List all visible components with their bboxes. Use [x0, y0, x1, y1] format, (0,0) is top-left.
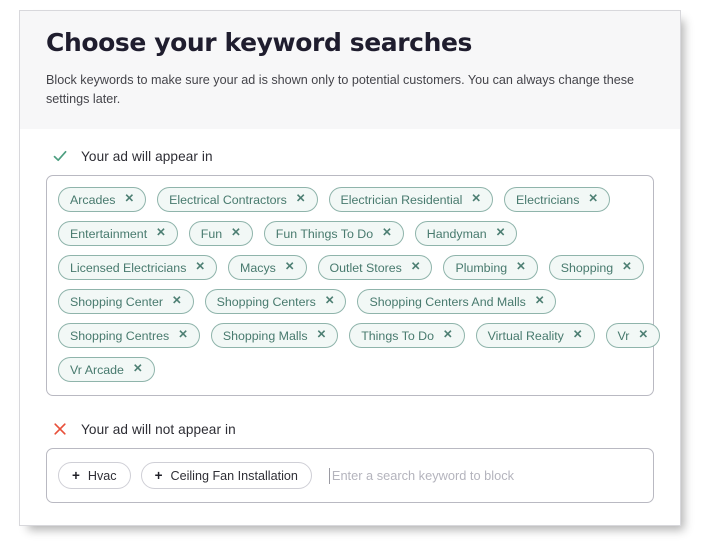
keyword-chip-label: Entertainment [70, 226, 148, 241]
remove-keyword-icon[interactable]: ✕ [411, 261, 421, 274]
keyword-chip[interactable]: Shopping Malls ✕ [210, 323, 339, 348]
included-section-label: Your ad will appear in [81, 148, 213, 164]
remove-keyword-icon[interactable]: ✕ [325, 295, 335, 308]
keyword-chip[interactable]: Handyman ✕ [414, 221, 518, 246]
keyword-chip-label: Macys [240, 260, 276, 275]
keyword-chip-label: Plumbing [455, 260, 508, 275]
keyword-chip[interactable]: Shopping Centres ✕ [58, 323, 200, 348]
keyword-settings-card: Choose your keyword searches Block keywo… [19, 10, 681, 526]
keyword-chip[interactable]: Virtual Reality ✕ [475, 323, 595, 348]
card-body: Your ad will appear in Arcades ✕ Electrica… [20, 129, 680, 513]
keyword-chip[interactable]: Shopping ✕ [548, 255, 644, 280]
keyword-chip[interactable]: Fun Things To Do ✕ [263, 221, 404, 246]
keyword-chip-label: Shopping Malls [222, 328, 308, 343]
remove-keyword-icon[interactable]: ✕ [382, 227, 392, 240]
remove-keyword-icon[interactable]: ✕ [443, 329, 453, 342]
keyword-chip[interactable]: Things To Do ✕ [349, 323, 465, 348]
chip-row: Arcades ✕ Electrical Contractors ✕ Electrici… [58, 187, 642, 212]
keyword-chip-label: Things To Do [361, 328, 434, 343]
remove-keyword-icon[interactable]: ✕ [172, 295, 182, 308]
remove-keyword-icon[interactable]: ✕ [133, 363, 143, 376]
screenshot-stage: Choose your keyword searches Block keywo… [0, 0, 701, 544]
keyword-chip[interactable]: Shopping Centers ✕ [204, 289, 347, 314]
remove-keyword-icon[interactable]: ✕ [156, 227, 166, 240]
keyword-chip-label: Handyman [426, 226, 487, 241]
chip-row: Shopping Center ✕ Shopping Centers ✕ Shoppin… [58, 289, 642, 314]
keyword-chip[interactable]: Macys ✕ [228, 255, 307, 280]
blocked-keyword-chip-label: Ceiling Fan Installation [170, 468, 298, 483]
remove-keyword-icon[interactable]: ✕ [573, 329, 583, 342]
page-description: Block keywords to make sure your ad is s… [46, 73, 635, 106]
card-header: Choose your keyword searches Block keywo… [20, 11, 680, 129]
remove-keyword-icon[interactable]: ✕ [471, 193, 481, 206]
keyword-chip-label: Fun Things To Do [275, 226, 374, 241]
keyword-chip-label: Shopping Centers And Malls [369, 294, 526, 309]
remove-keyword-icon[interactable]: ✕ [516, 261, 526, 274]
chip-row: Vr Arcade ✕ [58, 357, 642, 382]
keyword-chip-label: Shopping [560, 260, 614, 275]
blocked-keywords-box[interactable]: + Hvac + Ceiling Fan Installation [46, 448, 654, 503]
keyword-chip[interactable]: Fun ✕ [188, 221, 253, 246]
keyword-chip[interactable]: Electricians ✕ [504, 187, 611, 212]
keyword-chip-label: Electricians [516, 192, 580, 207]
blocked-chip-list: + Hvac + Ceiling Fan Installation [58, 462, 312, 489]
chip-row: Licensed Electricians ✕ Macys ✕ Outlet Store… [58, 255, 644, 280]
remove-keyword-icon[interactable]: ✕ [296, 193, 306, 206]
remove-keyword-icon[interactable]: ✕ [317, 329, 327, 342]
included-section-header: Your ad will appear in [52, 148, 654, 164]
keyword-chip[interactable]: Vr Arcade ✕ [58, 357, 155, 382]
chip-row: Entertainment ✕ Fun ✕ Fun Things To Do ✕ Handy… [58, 221, 642, 246]
keyword-chip[interactable]: Vr ✕ [605, 323, 661, 348]
blocked-keyword-chip[interactable]: + Ceiling Fan Installation [140, 462, 312, 489]
keyword-chip-label: Licensed Electricians [70, 260, 187, 275]
keyword-chip-label: Shopping Centers [216, 294, 316, 309]
keyword-chip-label: Vr Arcade [70, 362, 124, 377]
keyword-chip[interactable]: Arcades ✕ [58, 187, 147, 212]
blocked-keyword-chip[interactable]: + Hvac [58, 462, 131, 489]
check-icon [52, 148, 68, 164]
keyword-chip-label: Fun [200, 226, 223, 241]
keyword-chip-label: Electrical Contractors [169, 192, 287, 207]
remove-keyword-icon[interactable]: ✕ [178, 329, 188, 342]
remove-keyword-icon[interactable]: ✕ [124, 193, 134, 206]
keyword-chip-label: Arcades [70, 192, 116, 207]
chip-row: Shopping Centres ✕ Shopping Malls ✕ Things T… [58, 323, 661, 348]
blocked-keyword-chip-label: Hvac [87, 468, 117, 483]
remove-keyword-icon[interactable]: ✕ [588, 193, 598, 206]
keyword-chip[interactable]: Outlet Stores ✕ [317, 255, 433, 280]
remove-keyword-icon[interactable]: ✕ [496, 227, 506, 240]
blocked-input-wrap[interactable] [322, 462, 642, 489]
keyword-chip-label: Shopping Centres [70, 328, 170, 343]
keyword-chip-label: Shopping Center [70, 294, 163, 309]
keyword-chip[interactable]: Plumbing ✕ [443, 255, 538, 280]
close-icon [52, 421, 68, 437]
keyword-chip-label: Electrician Residential [340, 192, 463, 207]
keyword-chip-label: Virtual Reality [487, 328, 564, 343]
remove-keyword-icon[interactable]: ✕ [285, 261, 295, 274]
keyword-chip[interactable]: Electrical Contractors ✕ [157, 187, 318, 212]
remove-keyword-icon[interactable]: ✕ [622, 261, 632, 274]
keyword-chip[interactable]: Electrician Residential ✕ [328, 187, 494, 212]
keyword-chip[interactable]: Shopping Center ✕ [58, 289, 194, 314]
keyword-chip[interactable]: Entertainment ✕ [58, 221, 178, 246]
blocked-section-label: Your ad will not appear in [81, 421, 236, 437]
remove-keyword-icon[interactable]: ✕ [638, 329, 648, 342]
blocked-section-header: Your ad will not appear in [52, 421, 654, 437]
remove-keyword-icon[interactable]: ✕ [231, 227, 241, 240]
remove-keyword-icon[interactable]: ✕ [195, 261, 205, 274]
included-chip-list: Arcades ✕ Electrical Contractors ✕ Electrici… [58, 187, 661, 391]
keyword-chip-label: Vr [617, 328, 630, 343]
remove-keyword-icon[interactable]: ✕ [535, 295, 545, 308]
page-title: Choose your keyword searches [46, 28, 473, 57]
keyword-chip[interactable]: Shopping Centers And Malls ✕ [357, 289, 557, 314]
blocked-keyword-input[interactable] [329, 467, 642, 484]
add-icon: + [72, 467, 80, 483]
keyword-chip-label: Outlet Stores [329, 260, 402, 275]
included-keywords-box: Arcades ✕ Electrical Contractors ✕ Electrici… [46, 175, 661, 396]
add-icon: + [154, 467, 163, 483]
keyword-chip[interactable]: Licensed Electricians ✕ [58, 255, 218, 280]
